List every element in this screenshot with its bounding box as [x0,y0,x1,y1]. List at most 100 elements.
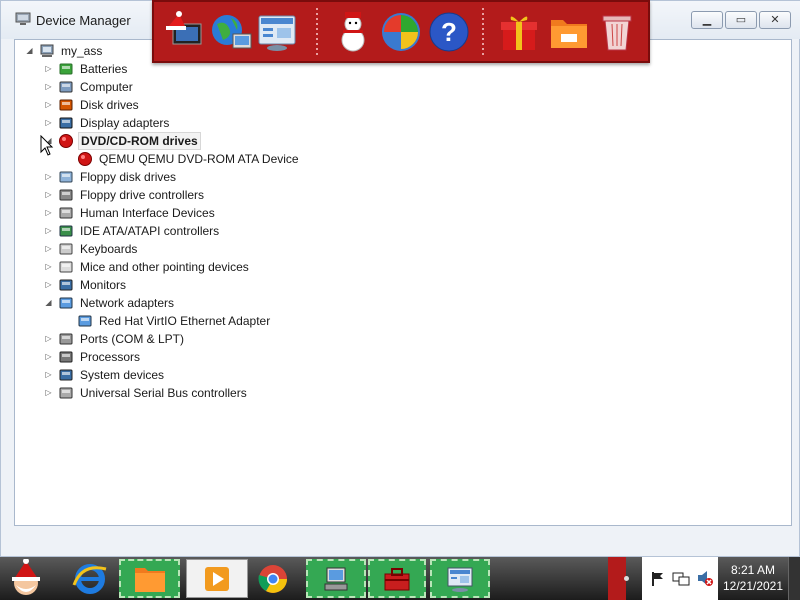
action-center-flag-icon[interactable] [650,571,666,587]
expand-icon[interactable]: ▷ [44,388,53,397]
maximize-button[interactable]: ▭ [725,11,757,29]
expand-icon[interactable]: ▷ [44,226,53,235]
device-manager-icon [15,12,31,25]
mouse-icon [58,259,74,275]
tree-item-label: Floppy disk drives [80,170,177,184]
expand-icon[interactable]: ▷ [44,118,53,127]
window-title: Device Manager [36,13,131,28]
internet-explorer-button[interactable] [66,559,114,598]
taskbar-folder-button[interactable] [119,559,180,598]
computer-icon [58,79,74,95]
port-icon [58,331,74,347]
expand-icon[interactable]: ▷ [44,82,53,91]
tree-child-item[interactable]: QEMU QEMU DVD-ROM ATA Device [77,150,301,168]
tree-item-label: Keyboards [80,242,138,256]
taskbar: 8:21 AM 12/21/2021 [0,557,800,600]
minimize-icon: ▁ [702,13,712,26]
tree-item-label: Batteries [80,62,128,76]
close-button[interactable]: ✕ [759,11,791,29]
tree-category-item[interactable]: ▷ Floppy drive controllers [45,186,206,204]
expand-icon[interactable]: ▷ [44,334,53,343]
snowman-icon[interactable] [330,8,376,56]
tree-category-item[interactable]: ▷ Computer [45,78,135,96]
battery-icon [58,61,74,77]
tree-category-item[interactable]: ◢ DVD/CD-ROM drives [45,132,201,150]
tree-category-item[interactable]: ▷ Batteries [45,60,129,78]
taskbar-control-panel-button[interactable] [430,559,490,598]
display-adapter-icon [58,115,74,131]
chrome-button[interactable] [250,559,296,598]
expand-icon[interactable]: ▷ [44,280,53,289]
toolbox-icon [384,567,410,590]
collapse-icon[interactable]: ◢ [25,46,34,55]
help-icon[interactable]: ? [426,8,472,56]
usb-icon [58,385,74,401]
floppy-disk-icon [58,169,74,185]
santa-start-icon [12,558,40,595]
taskbar-toolbox-button[interactable] [368,559,426,598]
recycle-bin-icon[interactable] [594,8,640,56]
folder-icon [134,567,165,592]
santa-computer-icon[interactable] [162,8,208,56]
taskbar-media-player-button[interactable] [186,559,248,598]
tray-dot-icon [624,576,629,581]
tree-item-label: QEMU QEMU DVD-ROM ATA Device [99,152,299,166]
gift-icon[interactable] [496,8,542,56]
notification-area [642,557,718,600]
tree-item-label: IDE ATA/ATAPI controllers [80,224,220,238]
tree-category-item[interactable]: ▷ Floppy disk drives [45,168,178,186]
ide-controller-icon [58,223,74,239]
tree-item-label: Floppy drive controllers [80,188,205,202]
expand-icon[interactable]: ▷ [44,244,53,253]
tree-child-item[interactable]: Red Hat VirtIO Ethernet Adapter [77,312,272,330]
tree-category-item[interactable]: ▷ Mice and other pointing devices [45,258,251,276]
volume-muted-icon[interactable] [696,569,714,587]
tree-category-item[interactable]: ▷ Display adapters [45,114,171,132]
device-manager-window: Device Manager ▁ ▭ ✕ ◢ my_ass ▷ Batteries… [0,0,800,557]
tree-category-item[interactable]: ▷ Ports (COM & LPT) [45,330,186,348]
expand-icon[interactable]: ▷ [44,190,53,199]
close-icon: ✕ [770,13,780,26]
control-panel-icon[interactable] [254,8,300,56]
tree-category-item[interactable]: ▷ Keyboards [45,240,139,258]
tree-category-item[interactable]: ▷ IDE ATA/ATAPI controllers [45,222,221,240]
expand-icon[interactable]: ▷ [44,208,53,217]
clock-date: 12/21/2021 [722,579,784,593]
device-manager-icon [324,567,348,590]
tree-item-label: Human Interface Devices [80,206,215,220]
expand-icon[interactable]: ▷ [44,172,53,181]
hid-icon [58,205,74,221]
collapse-icon[interactable]: ◢ [44,298,53,307]
tree-item-label: Mice and other pointing devices [80,260,249,274]
tree-root[interactable]: ◢ my_ass [25,42,104,60]
expand-icon[interactable]: ▷ [44,262,53,271]
maximize-icon: ▭ [735,13,747,26]
minimize-button[interactable]: ▁ [691,11,723,29]
tree-category-item[interactable]: ▷ Monitors [45,276,128,294]
expand-icon[interactable]: ▷ [44,100,53,109]
device-tree[interactable]: ◢ my_ass ▷ Batteries ▷ Computer ▷ Disk drives… [14,39,792,526]
tree-category-item[interactable]: ▷ Processors [45,348,142,366]
show-desktop-button[interactable] [788,557,800,600]
tree-item-label: Disk drives [80,98,139,112]
expand-icon[interactable]: ▷ [44,370,53,379]
windows-flag-icon[interactable] [378,8,424,56]
tree-category-item[interactable]: ▷ Human Interface Devices [45,204,217,222]
dock-separator [316,8,318,56]
folder-icon[interactable] [546,8,592,56]
taskbar-device-manager-button[interactable] [306,559,366,598]
mouse-cursor-icon [40,135,54,156]
network-icon[interactable] [672,571,690,587]
dock-separator [482,8,484,56]
tree-category-item[interactable]: ◢ Network adapters [45,294,176,312]
network-adapter-icon [58,295,74,311]
system-clock[interactable]: 8:21 AM 12/21/2021 [718,562,788,594]
tree-category-item[interactable]: ▷ Universal Serial Bus controllers [45,384,249,402]
tree-item-label: Monitors [80,278,127,292]
globe-icon[interactable] [208,8,254,56]
expand-icon[interactable]: ▷ [44,352,53,361]
tree-category-item[interactable]: ▷ Disk drives [45,96,141,114]
tree-category-item[interactable]: ▷ System devices [45,366,166,384]
expand-icon[interactable]: ▷ [44,64,53,73]
start-button[interactable] [2,558,50,598]
